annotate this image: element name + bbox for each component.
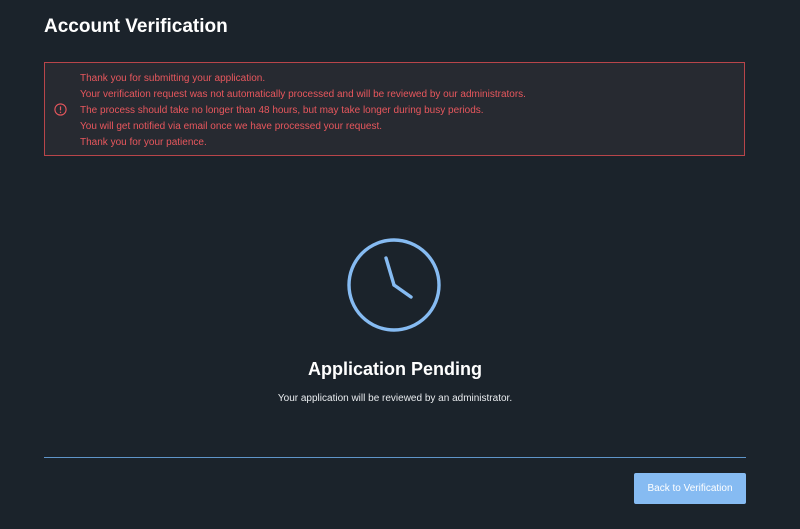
exclamation-circle-icon: [54, 103, 67, 116]
page-title: Account Verification: [44, 16, 228, 37]
alert-message: Thank you for submitting your applicatio…: [80, 71, 526, 151]
divider: [44, 457, 746, 458]
alert-line: Thank you for your patience.: [80, 137, 207, 148]
alert-line: Your verification request was not automa…: [80, 89, 526, 100]
clock-icon: [345, 236, 443, 334]
warning-alert: Thank you for submitting your applicatio…: [44, 62, 745, 156]
alert-line: Thank you for submitting your applicatio…: [80, 73, 266, 84]
status-description: Your application will be reviewed by an …: [277, 393, 513, 404]
alert-line: You will get notified via email once we …: [80, 121, 383, 132]
status-title: Application Pending: [308, 359, 482, 379]
alert-line: The process should take no longer than 4…: [80, 105, 484, 116]
verification-page: Account Verification Thank you for submi…: [0, 0, 800, 529]
back-to-verification-button[interactable]: Back to Verification: [634, 473, 746, 504]
